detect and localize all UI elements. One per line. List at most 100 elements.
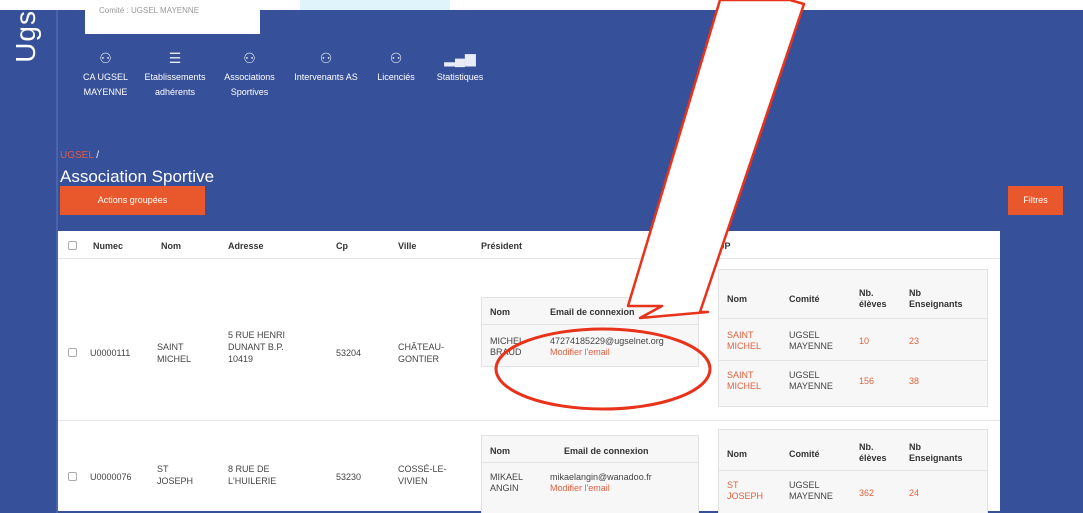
up-comite: MAYENNE xyxy=(789,341,833,351)
nav-label: Associations xyxy=(224,72,275,82)
bar-chart-icon: ▂▄▆ xyxy=(444,50,476,66)
sub-col-nom: Nom xyxy=(727,294,747,304)
sub-col-nb-enseignants: Enseignants xyxy=(909,299,963,309)
list-icon: ☰ xyxy=(168,50,182,66)
col-cp[interactable]: Cp xyxy=(336,241,348,251)
up-name-link[interactable]: SAINT xyxy=(727,370,754,381)
nav-label: Statistiques xyxy=(436,72,484,82)
col-adresse[interactable]: Adresse xyxy=(228,241,264,251)
col-nom[interactable]: Nom xyxy=(161,241,181,251)
cp-cell: 53204 xyxy=(336,348,362,358)
nav-etablissements[interactable]: ☰ Etablissements adhérents xyxy=(141,48,209,98)
nav-statistiques[interactable]: ▂▄▆ Statistiques xyxy=(430,48,490,98)
nav-intervenants[interactable]: ⚇ Intervenants AS xyxy=(290,48,362,98)
up-name-link[interactable]: ST xyxy=(727,480,739,491)
people-icon: ⚇ xyxy=(319,50,333,66)
page-title: Association Sportive xyxy=(60,167,215,186)
sub-col-nb-enseignants: Nb xyxy=(909,442,921,452)
nom-cell: JOSEPH xyxy=(157,476,194,486)
adresse-cell: DUNANT B.P. xyxy=(228,342,284,352)
ville-cell: CHÂTEAU- xyxy=(398,342,445,352)
filters-button[interactable]: Filtres xyxy=(1008,186,1063,215)
col-up: UP xyxy=(718,241,731,251)
nav-licencies[interactable]: ⚇ Licenciés xyxy=(370,48,422,98)
col-president: Président xyxy=(481,241,523,251)
adresse-cell: 5 RUE HENRI xyxy=(228,330,286,340)
up-subtable: Nom Comité Nb. élèves Nb Enseignants SAI… xyxy=(718,269,988,407)
divider xyxy=(482,324,698,325)
sub-col-comite: Comité xyxy=(789,449,820,459)
modify-email-link[interactable]: Modifier l'email xyxy=(550,483,610,494)
president-email: 47274185229@ugselnet.org xyxy=(550,336,664,346)
adresse-cell: 8 RUE DE xyxy=(228,464,270,474)
top-highlight xyxy=(300,0,450,10)
up-enseignants[interactable]: 23 xyxy=(909,336,919,347)
numec-cell: U0000111 xyxy=(90,348,131,358)
modify-email-link[interactable]: Modifier l'email xyxy=(550,347,610,358)
committee-tab[interactable]: Comité : UGSEL MAYENNE xyxy=(85,0,260,34)
brand-logo: Ugs xyxy=(10,10,41,63)
divider xyxy=(719,470,987,471)
numec-cell: U0000076 xyxy=(90,472,132,482)
president-name: MICHEL xyxy=(490,336,525,346)
left-sidebar: Ugs xyxy=(0,10,58,513)
up-name-link[interactable]: MICHEL xyxy=(727,381,761,392)
sub-col-email: Email de connexion xyxy=(550,307,635,317)
col-numec[interactable]: Numec xyxy=(93,241,123,251)
president-name: ANGIN xyxy=(490,483,519,493)
nav-label: MAYENNE xyxy=(83,87,128,97)
breadcrumb-separator: / xyxy=(93,150,100,161)
group-icon: ⚇ xyxy=(243,50,256,66)
sub-col-nb-eleves: Nb. xyxy=(859,442,874,452)
up-comite: MAYENNE xyxy=(789,491,833,501)
select-all-checkbox[interactable] xyxy=(68,241,77,250)
nav-label: Intervenants AS xyxy=(294,72,358,82)
nav-associations[interactable]: ⚇ Associations Sportives xyxy=(217,48,282,98)
ville-cell: COSSÉ-LE- xyxy=(398,464,447,474)
nav-ca-ugsel[interactable]: ⚇ CA UGSEL MAYENNE xyxy=(78,48,133,98)
up-subtable: Nom Comité Nb. élèves Nb Enseignants ST … xyxy=(718,429,988,513)
row-checkbox[interactable] xyxy=(68,348,77,357)
nav-label: Etablissements xyxy=(144,72,206,82)
divider xyxy=(719,318,987,319)
sub-col-comite: Comité xyxy=(789,294,820,304)
president-name: BRAUD xyxy=(490,347,522,357)
sub-col-nb-enseignants: Nb xyxy=(909,288,921,298)
nav-label: Sportives xyxy=(230,87,269,97)
sub-col-nb-eleves: élèves xyxy=(859,453,887,463)
ville-cell: GONTIER xyxy=(398,354,440,364)
sub-col-nb-eleves: élèves xyxy=(859,299,887,309)
up-comite: UGSEL xyxy=(789,330,820,340)
sub-col-nb-enseignants: Enseignants xyxy=(909,453,963,463)
nav-label: adhérents xyxy=(154,87,196,97)
main-nav: ⚇ CA UGSEL MAYENNE ☰ Etablissements adhé… xyxy=(78,48,498,98)
president-subtable: Nom Email de connexion MIKAEL ANGIN mika… xyxy=(481,435,699,513)
row-checkbox[interactable] xyxy=(68,472,77,481)
up-eleves[interactable]: 362 xyxy=(859,488,874,499)
cp-cell: 53230 xyxy=(336,472,362,482)
nav-label: Licenciés xyxy=(377,72,415,82)
up-enseignants[interactable]: 38 xyxy=(909,376,919,387)
up-name-link[interactable]: SAINT xyxy=(727,330,754,341)
president-subtable: Nom Email de connexion MICHEL BRAUD 4727… xyxy=(481,297,699,367)
up-eleves[interactable]: 156 xyxy=(859,376,874,387)
ville-cell: VIVIEN xyxy=(398,476,428,486)
nav-label: CA UGSEL xyxy=(82,72,129,82)
up-name-link[interactable]: JOSEPH xyxy=(727,491,763,502)
col-ville[interactable]: Ville xyxy=(398,241,416,251)
nom-cell: SAINT xyxy=(157,342,184,352)
president-name: MIKAEL xyxy=(490,472,524,482)
breadcrumb-link-ugsel[interactable]: UGSEL xyxy=(60,150,94,161)
up-eleves[interactable]: 10 xyxy=(859,336,869,347)
grouped-actions-button[interactable]: Actions groupées xyxy=(60,186,205,215)
president-email: mikaelangin@wanadoo.fr xyxy=(550,472,652,482)
breadcrumb: UGSEL / xyxy=(60,150,99,161)
nom-cell: MICHEL xyxy=(157,354,192,364)
divider xyxy=(482,462,698,463)
up-comite: UGSEL xyxy=(789,370,820,380)
up-enseignants[interactable]: 24 xyxy=(909,488,919,499)
up-name-link[interactable]: MICHEL xyxy=(727,341,761,352)
adresse-cell: 10419 xyxy=(228,354,254,364)
table-header: Numec Nom Adresse Cp Ville Président UP xyxy=(58,231,1000,259)
nom-cell: ST xyxy=(157,464,169,474)
